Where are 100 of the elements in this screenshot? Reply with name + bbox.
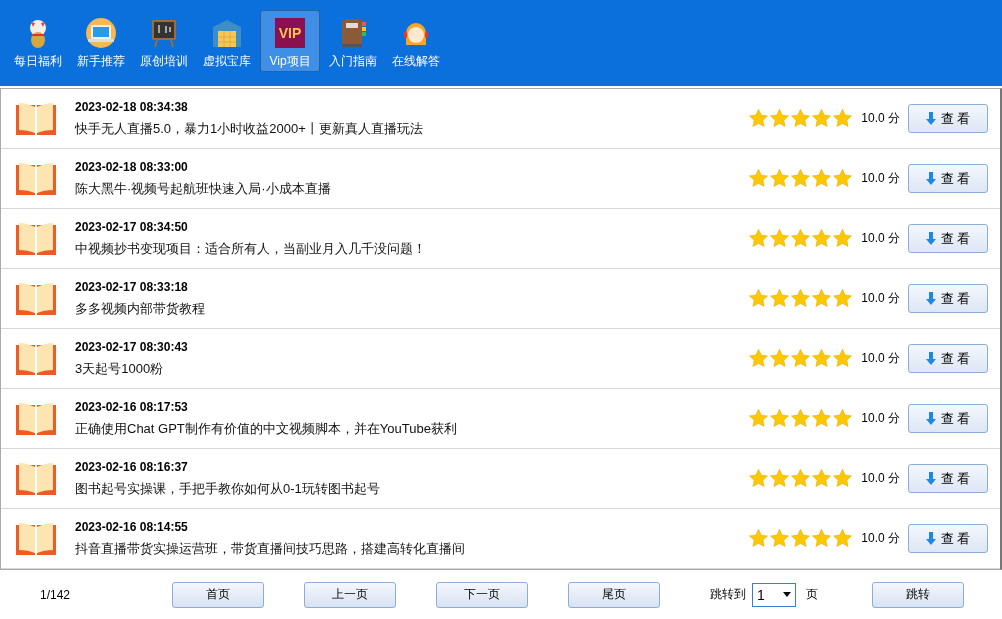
score-text: 10.0 分 bbox=[861, 350, 900, 367]
item-title: 图书起号实操课，手把手教你如何从0-1玩转图书起号 bbox=[75, 479, 381, 498]
item-title: 快手无人直播5.0，暴力1小时收益2000+丨更新真人直播玩法 bbox=[75, 119, 424, 138]
vip-label: VIP bbox=[277, 25, 303, 41]
star-icon bbox=[832, 168, 854, 189]
star-icon bbox=[832, 468, 854, 489]
nav-tab[interactable]: 新手推荐 bbox=[71, 10, 131, 72]
score-text: 10.0 分 bbox=[861, 110, 900, 127]
item-title: 中视频抄书变现项目：适合所有人，当副业月入几千没问题！ bbox=[75, 239, 427, 258]
pager-button[interactable]: 尾页 bbox=[568, 581, 660, 608]
item-time: 2023-02-16 08:16:37 bbox=[75, 459, 189, 474]
view-button[interactable]: 查 看 bbox=[908, 164, 988, 193]
open-book-icon bbox=[15, 400, 57, 437]
item-time: 2023-02-16 08:14:55 bbox=[75, 519, 189, 534]
star-icon bbox=[832, 528, 854, 549]
item-time: 2023-02-18 08:34:38 bbox=[75, 99, 189, 114]
star-icon bbox=[769, 108, 791, 129]
open-book-icon bbox=[15, 280, 57, 317]
star-icon bbox=[748, 228, 770, 249]
view-button[interactable]: 查 看 bbox=[908, 464, 988, 493]
star-icon bbox=[748, 468, 770, 489]
view-button[interactable]: 查 看 bbox=[908, 404, 988, 433]
open-book-icon bbox=[15, 520, 57, 557]
star-icon bbox=[790, 168, 812, 189]
download-arrow-icon bbox=[925, 411, 936, 426]
star-icon bbox=[811, 168, 833, 189]
star-icon bbox=[811, 528, 833, 549]
star-icon bbox=[748, 528, 770, 549]
laptop-icon bbox=[85, 17, 117, 49]
warehouse-icon bbox=[211, 17, 243, 49]
star-icon bbox=[811, 288, 833, 309]
pager-button[interactable]: 上一页 bbox=[304, 581, 396, 608]
view-button[interactable]: 查 看 bbox=[908, 344, 988, 373]
star-icon bbox=[769, 228, 791, 249]
nav-tab[interactable]: VIP Vip项目 bbox=[260, 10, 320, 72]
download-arrow-icon bbox=[925, 231, 936, 246]
star-icon bbox=[811, 348, 833, 369]
star-icon bbox=[769, 168, 791, 189]
item-time: 2023-02-17 08:30:43 bbox=[75, 339, 189, 354]
star-icon bbox=[748, 408, 770, 429]
star-icon bbox=[811, 108, 833, 129]
score-text: 10.0 分 bbox=[861, 530, 900, 547]
score-text: 10.0 分 bbox=[861, 410, 900, 427]
open-book-icon bbox=[15, 220, 57, 257]
item-time: 2023-02-16 08:17:53 bbox=[75, 399, 189, 414]
view-button[interactable]: 查 看 bbox=[908, 224, 988, 253]
star-icon bbox=[811, 228, 833, 249]
nav-tab[interactable]: 原创培训 bbox=[134, 10, 194, 72]
star-icon bbox=[832, 108, 854, 129]
item-time: 2023-02-17 08:34:50 bbox=[75, 219, 189, 234]
star-icon bbox=[811, 408, 833, 429]
star-icon bbox=[790, 348, 812, 369]
caret-icon bbox=[783, 592, 791, 597]
star-icon bbox=[748, 288, 770, 309]
star-icon bbox=[769, 348, 791, 369]
star-icon bbox=[790, 408, 812, 429]
item-title: 正确使用Chat GPT制作有价值的中文视频脚本，并在YouTube获利 bbox=[75, 419, 458, 438]
item-title: 陈大黑牛·视频号起航班快速入局·小成本直播 bbox=[75, 179, 332, 198]
star-icon bbox=[811, 468, 833, 489]
download-arrow-icon bbox=[925, 351, 936, 366]
score-text: 10.0 分 bbox=[861, 290, 900, 307]
nav-tab[interactable]: 虚拟宝库 bbox=[197, 10, 257, 72]
star-icon bbox=[748, 108, 770, 129]
jump-button[interactable]: 跳转 bbox=[872, 581, 964, 608]
download-arrow-icon bbox=[925, 291, 936, 306]
star-icon bbox=[790, 528, 812, 549]
star-icon bbox=[832, 348, 854, 369]
open-book-icon bbox=[15, 460, 57, 497]
star-icon bbox=[832, 288, 854, 309]
score-text: 10.0 分 bbox=[861, 170, 900, 187]
score-text: 10.0 分 bbox=[861, 230, 900, 247]
star-icon bbox=[748, 348, 770, 369]
star-icon bbox=[790, 288, 812, 309]
open-book-icon bbox=[15, 100, 57, 137]
item-title: 多多视频内部带货教程 bbox=[75, 299, 206, 318]
open-book-icon bbox=[15, 340, 57, 377]
download-arrow-icon bbox=[925, 111, 936, 126]
star-icon bbox=[790, 228, 812, 249]
pager-button[interactable]: 首页 bbox=[172, 581, 264, 608]
page-select[interactable]: 1 bbox=[752, 582, 796, 607]
star-icon bbox=[832, 408, 854, 429]
item-time: 2023-02-17 08:33:18 bbox=[75, 279, 189, 294]
item-title: 抖音直播带货实操运营班，带货直播间技巧思路，搭建高转化直播间 bbox=[75, 539, 466, 558]
view-button[interactable]: 查 看 bbox=[908, 524, 988, 553]
score-text: 10.0 分 bbox=[861, 470, 900, 487]
item-time: 2023-02-18 08:33:00 bbox=[75, 159, 189, 174]
nav-tab[interactable]: 入门指南 bbox=[323, 10, 383, 72]
jump-label: 跳转到 bbox=[710, 586, 746, 603]
page-indicator: 1/142 bbox=[40, 587, 72, 602]
view-button[interactable]: 查 看 bbox=[908, 104, 988, 133]
view-button[interactable]: 查 看 bbox=[908, 284, 988, 313]
star-icon bbox=[790, 468, 812, 489]
nav-tab[interactable]: 在线解答 bbox=[386, 10, 446, 72]
open-book-icon bbox=[15, 160, 57, 197]
pager-button[interactable]: 下一页 bbox=[436, 581, 528, 608]
download-arrow-icon bbox=[925, 171, 936, 186]
star-icon bbox=[832, 228, 854, 249]
download-arrow-icon bbox=[925, 531, 936, 546]
item-title: 3天起号1000粉 bbox=[75, 359, 165, 378]
nav-tab[interactable]: 每日福利 bbox=[8, 10, 68, 72]
